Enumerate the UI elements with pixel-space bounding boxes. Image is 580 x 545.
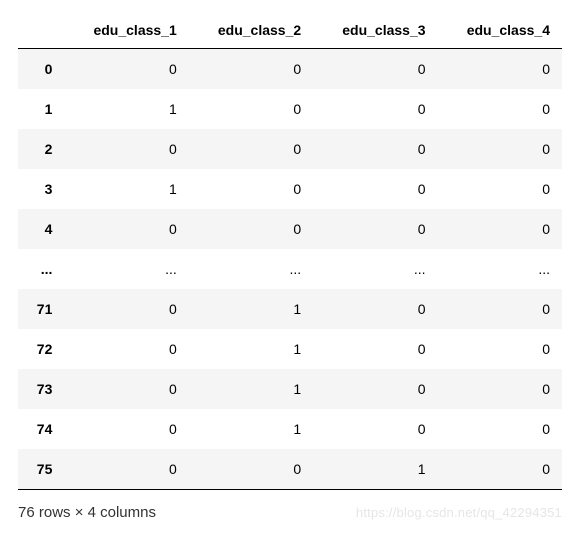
row-index: 75 [18, 449, 64, 490]
cell: ... [64, 249, 188, 289]
row-index: 71 [18, 289, 64, 329]
cell: 1 [189, 409, 313, 449]
cell: 0 [189, 169, 313, 209]
cell: ... [189, 249, 313, 289]
cell: 0 [313, 49, 437, 90]
table-body: 0 0 0 0 0 1 1 0 0 0 2 0 0 0 0 3 1 0 0 0 [18, 49, 562, 490]
cell: ... [313, 249, 437, 289]
row-index: 2 [18, 129, 64, 169]
cell: 1 [64, 169, 188, 209]
cell: 0 [64, 409, 188, 449]
cell: 0 [189, 449, 313, 490]
row-index: 3 [18, 169, 64, 209]
col-header: edu_class_2 [189, 12, 313, 49]
table-row: 4 0 0 0 0 [18, 209, 562, 249]
cell: 0 [438, 329, 562, 369]
cell: 0 [313, 209, 437, 249]
cell: 0 [438, 369, 562, 409]
header-row: edu_class_1 edu_class_2 edu_class_3 edu_… [18, 12, 562, 49]
table-row: 1 1 0 0 0 [18, 89, 562, 129]
row-index: 0 [18, 49, 64, 90]
cell: 0 [438, 449, 562, 490]
row-index: 74 [18, 409, 64, 449]
col-header: edu_class_4 [438, 12, 562, 49]
table-row-ellipsis: ... ... ... ... ... [18, 249, 562, 289]
cell: 0 [64, 209, 188, 249]
cell: 0 [313, 169, 437, 209]
index-header [18, 12, 64, 49]
cell: 1 [189, 329, 313, 369]
table-row: 0 0 0 0 0 [18, 49, 562, 90]
cell: 0 [189, 89, 313, 129]
cell: 1 [189, 289, 313, 329]
table-row: 2 0 0 0 0 [18, 129, 562, 169]
cell: 0 [64, 49, 188, 90]
watermark-text: https://blog.csdn.net/qq_42294351 [356, 505, 562, 520]
table-row: 71 0 1 0 0 [18, 289, 562, 329]
cell: 0 [438, 129, 562, 169]
cell: 0 [189, 129, 313, 169]
cell: 1 [313, 449, 437, 490]
cell: 1 [189, 369, 313, 409]
row-index: ... [18, 249, 64, 289]
table-row: 75 0 0 1 0 [18, 449, 562, 490]
cell: 0 [313, 129, 437, 169]
cell: 1 [64, 89, 188, 129]
cell: 0 [438, 49, 562, 90]
cell: 0 [313, 329, 437, 369]
row-index: 4 [18, 209, 64, 249]
cell: 0 [438, 89, 562, 129]
cell: 0 [189, 49, 313, 90]
shape-text: 76 rows × 4 columns [18, 504, 156, 521]
cell: 0 [438, 169, 562, 209]
table-row: 3 1 0 0 0 [18, 169, 562, 209]
col-header: edu_class_1 [64, 12, 188, 49]
cell: 0 [64, 129, 188, 169]
row-index: 1 [18, 89, 64, 129]
cell: 0 [64, 329, 188, 369]
cell: 0 [64, 289, 188, 329]
cell: ... [438, 249, 562, 289]
cell: 0 [189, 209, 313, 249]
cell: 0 [438, 409, 562, 449]
cell: 0 [64, 449, 188, 490]
footer: 76 rows × 4 columns https://blog.csdn.ne… [18, 504, 562, 521]
cell: 0 [438, 289, 562, 329]
row-index: 73 [18, 369, 64, 409]
row-index: 72 [18, 329, 64, 369]
dataframe-table: edu_class_1 edu_class_2 edu_class_3 edu_… [18, 12, 562, 490]
table-row: 73 0 1 0 0 [18, 369, 562, 409]
table-row: 72 0 1 0 0 [18, 329, 562, 369]
cell: 0 [438, 209, 562, 249]
cell: 0 [313, 289, 437, 329]
cell: 0 [313, 89, 437, 129]
table-row: 74 0 1 0 0 [18, 409, 562, 449]
cell: 0 [313, 409, 437, 449]
cell: 0 [64, 369, 188, 409]
cell: 0 [313, 369, 437, 409]
col-header: edu_class_3 [313, 12, 437, 49]
